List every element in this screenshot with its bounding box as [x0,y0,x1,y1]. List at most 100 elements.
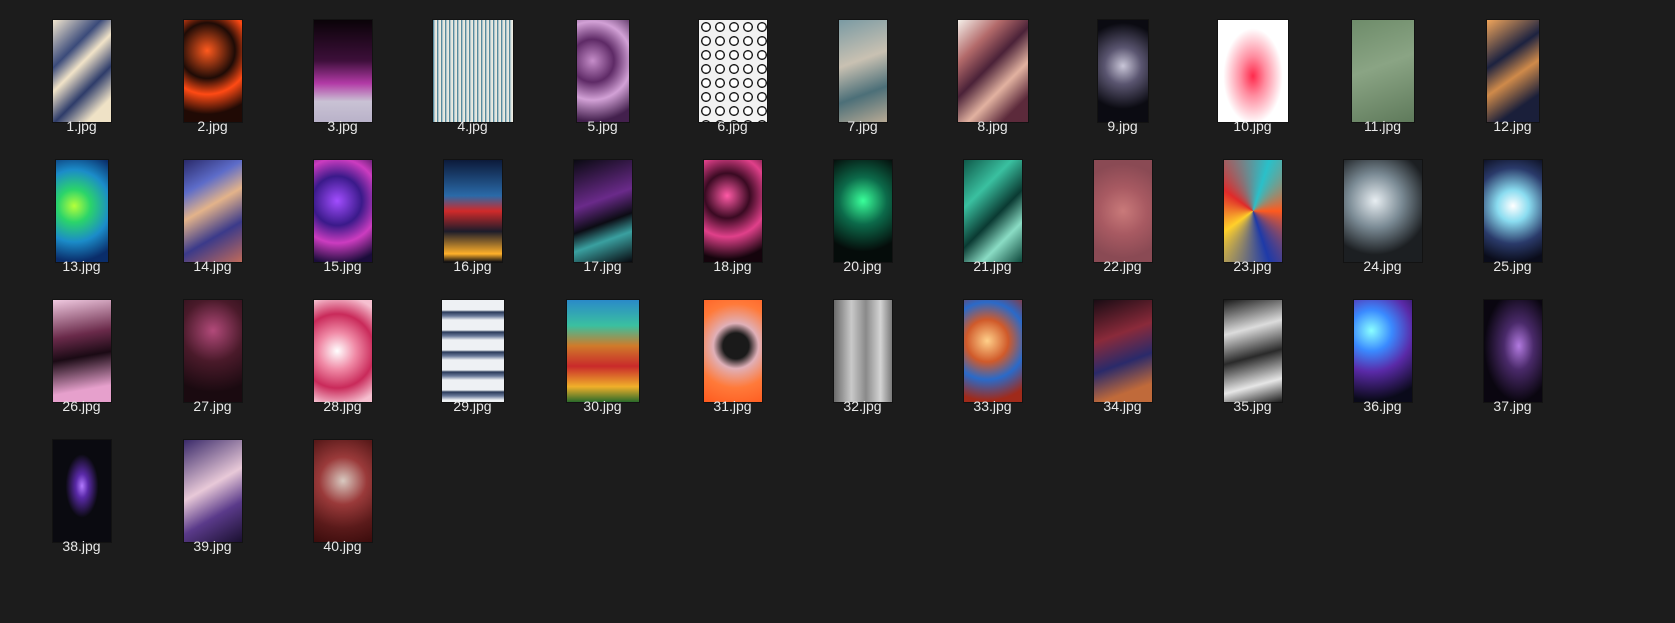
file-thumbnail [1486,20,1539,122]
file-thumbnail [573,160,632,262]
file-name: 5.jpg [587,118,618,134]
file-thumbnail [441,300,504,402]
file-name: 1.jpg [66,118,97,134]
file-item[interactable]: 14.jpg [143,140,282,280]
file-name: 6.jpg [717,118,748,134]
file-name: 13.jpg [62,258,101,274]
file-thumbnail [313,300,372,402]
file-name: 11.jpg [1363,118,1402,134]
file-name: 3.jpg [327,118,358,134]
file-item[interactable]: 17.jpg [533,140,672,280]
file-item[interactable]: 18.jpg [663,140,802,280]
file-thumbnail [52,440,111,542]
file-name: 12.jpg [1493,118,1532,134]
file-item[interactable]: 3.jpg [273,0,412,140]
file-item[interactable]: 36.jpg [1313,280,1452,420]
file-item[interactable]: 25.jpg [1443,140,1582,280]
file-thumbnail [1351,20,1414,122]
file-item[interactable]: 15.jpg [273,140,412,280]
file-thumbnail [55,160,108,262]
file-item[interactable]: 21.jpg [923,140,1062,280]
file-item[interactable]: 22.jpg [1053,140,1192,280]
file-thumbnail [432,20,513,122]
file-item[interactable]: 13.jpg [12,140,151,280]
file-item[interactable]: 20.jpg [793,140,932,280]
file-name: 9.jpg [1107,118,1138,134]
file-thumbnail [576,20,629,122]
file-item[interactable]: 4.jpg [403,0,542,140]
file-name: 35.jpg [1233,398,1272,414]
file-thumbnail [963,160,1022,262]
file-item[interactable]: 35.jpg [1183,280,1322,420]
file-name: 7.jpg [847,118,878,134]
file-name: 31.jpg [713,398,752,414]
file-name: 14.jpg [193,258,232,274]
file-item[interactable]: 30.jpg [533,280,672,420]
file-name: 17.jpg [583,258,622,274]
file-grid: 1.jpg 2.jpg 3.jpg 4.jpg 5.jpg 6.jpg 7.jpg 8.jpg… [0,0,1675,623]
file-name: 33.jpg [973,398,1012,414]
file-item[interactable]: 40.jpg [273,420,412,560]
file-name: 10.jpg [1233,118,1272,134]
file-thumbnail [183,20,242,122]
file-name: 32.jpg [843,398,882,414]
file-item[interactable]: 39.jpg [143,420,282,560]
file-thumbnail [1223,160,1282,262]
file-thumbnail [183,160,242,262]
file-item[interactable]: 31.jpg [663,280,802,420]
file-item[interactable]: 2.jpg [143,0,282,140]
file-thumbnail [957,20,1028,122]
file-thumbnail [313,20,372,122]
file-thumbnail [703,160,762,262]
file-thumbnail [833,300,892,402]
file-item[interactable]: 27.jpg [143,280,282,420]
file-item[interactable]: 29.jpg [403,280,542,420]
file-thumbnail [1343,160,1422,262]
file-item[interactable]: 23.jpg [1183,140,1322,280]
file-thumbnail [1097,20,1148,122]
file-name: 4.jpg [457,118,488,134]
file-thumbnail [52,20,111,122]
file-item[interactable]: 26.jpg [12,280,151,420]
file-name: 30.jpg [583,398,622,414]
file-name: 26.jpg [62,398,101,414]
file-thumbnail [1223,300,1282,402]
file-item[interactable]: 6.jpg [663,0,802,140]
file-item[interactable]: 32.jpg [793,280,932,420]
file-item[interactable]: 34.jpg [1053,280,1192,420]
file-name: 37.jpg [1493,398,1532,414]
file-name: 28.jpg [323,398,362,414]
file-item[interactable]: 7.jpg [793,0,932,140]
file-item[interactable]: 24.jpg [1313,140,1452,280]
file-item[interactable]: 10.jpg [1183,0,1322,140]
file-name: 21.jpg [973,258,1012,274]
file-thumbnail [313,160,372,262]
file-name: 16.jpg [453,258,492,274]
file-item[interactable]: 5.jpg [533,0,672,140]
file-thumbnail [1483,160,1542,262]
file-item[interactable]: 38.jpg [12,420,151,560]
file-item[interactable]: 12.jpg [1443,0,1582,140]
file-item[interactable]: 9.jpg [1053,0,1192,140]
file-thumbnail [52,300,111,402]
file-name: 23.jpg [1233,258,1272,274]
file-thumbnail [313,440,372,542]
file-item[interactable]: 16.jpg [403,140,542,280]
file-name: 40.jpg [323,538,362,554]
file-name: 2.jpg [197,118,228,134]
file-name: 36.jpg [1363,398,1402,414]
file-thumbnail [1217,20,1288,122]
file-thumbnail [698,20,767,122]
file-item[interactable]: 37.jpg [1443,280,1582,420]
file-thumbnail [833,160,892,262]
file-thumbnail [183,440,242,542]
file-item[interactable]: 11.jpg [1313,0,1452,140]
file-item[interactable]: 1.jpg [12,0,151,140]
file-item[interactable]: 33.jpg [923,280,1062,420]
file-name: 38.jpg [62,538,101,554]
file-name: 24.jpg [1363,258,1402,274]
file-item[interactable]: 28.jpg [273,280,412,420]
file-name: 18.jpg [713,258,752,274]
file-item[interactable]: 8.jpg [923,0,1062,140]
file-name: 34.jpg [1103,398,1142,414]
